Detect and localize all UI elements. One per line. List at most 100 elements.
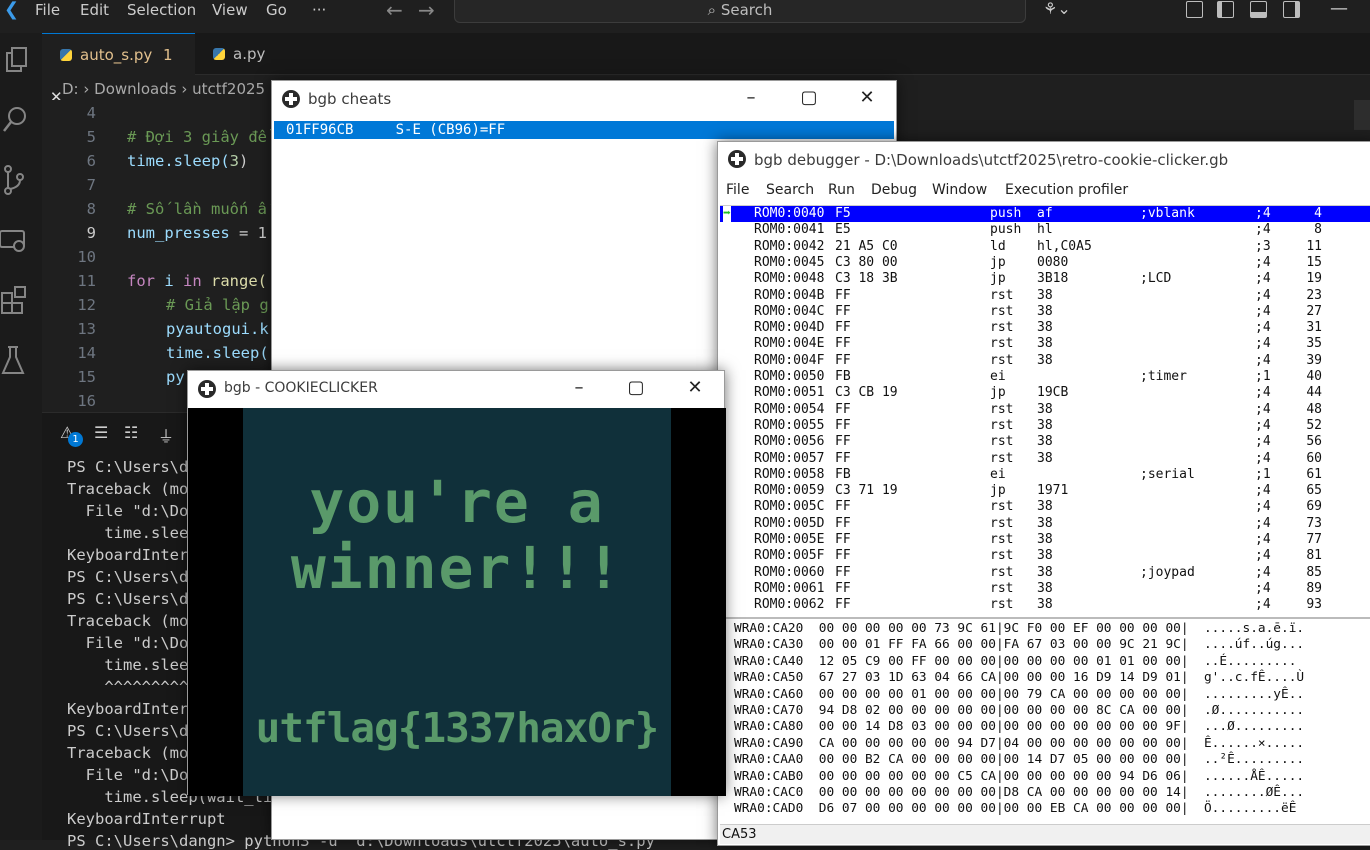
menu-edit[interactable]: Edit — [80, 0, 109, 22]
disasm-arg: 38 — [1037, 401, 1053, 417]
back-arrow-icon[interactable]: ← — [386, 0, 403, 22]
tab-auto-s-py[interactable]: auto_s.py 1 ✕ — [42, 33, 195, 106]
disasm-row[interactable]: ROM0:004C FF rst 38 ;4 27 — [720, 304, 1370, 320]
disasm-row[interactable]: ROM0:0059 C3 71 19 jp 1971 ;4 65 — [720, 483, 1370, 499]
game-titlebar[interactable]: bgb - COOKIECLICKER – ▢ ✕ — [188, 371, 724, 407]
disasm-row[interactable]: ROM0:0050 FB ei ;timer ;1 40 — [720, 369, 1370, 385]
breadcrumb-folder[interactable]: utctf2025 — [192, 80, 265, 98]
menu-more[interactable]: ··· — [312, 0, 326, 22]
memory-row[interactable]: WRA0:CA60 00 00 00 00 01 00 00 00|00 79 … — [734, 687, 1304, 703]
disasm-row[interactable]: ROM0:0060 FF rst 38 ;joypad ;4 85 — [720, 565, 1370, 581]
command-search[interactable]: ⌕ Search — [454, 0, 1026, 23]
editor-tabs: auto_s.py 1 ✕ a.py — [42, 33, 1370, 106]
disasm-row[interactable]: ROM0:0054 FF rst 38 ;4 48 — [720, 402, 1370, 418]
maximize-button[interactable]: ▢ — [613, 371, 659, 405]
breadcrumb-downloads[interactable]: Downloads — [94, 80, 176, 98]
debugger-titlebar[interactable]: bgb debugger - D:\Downloads\utctf2025\re… — [718, 142, 1370, 178]
disasm-row[interactable]: ROM0:0058 FB ei ;serial ;1 61 — [720, 467, 1370, 483]
disasm-row[interactable]: ➡ ROM0:0040 F5 push af ;vblank ;4 4 — [720, 206, 1370, 223]
disasm-row[interactable]: ROM0:0042 21 A5 C0 ld hl,C0A5 ;3 11 — [720, 239, 1370, 255]
menu-execution-profiler[interactable]: Execution profiler — [1005, 182, 1128, 198]
disasm-row[interactable]: ROM0:0057 FF rst 38 ;4 60 — [720, 451, 1370, 467]
menu-go[interactable]: Go — [266, 0, 287, 22]
close-button[interactable]: ✕ — [672, 371, 718, 405]
source-control-icon[interactable] — [0, 161, 42, 201]
breadcrumb-drive[interactable]: D: — [62, 80, 79, 98]
memory-row[interactable]: WRA0:CAA0 00 00 B2 CA 00 00 00 00|00 14 … — [734, 752, 1304, 768]
memory-row[interactable]: WRA0:CA20 00 00 00 00 00 73 9C 61|9C F0 … — [734, 621, 1304, 637]
menu-selection[interactable]: Selection — [127, 0, 196, 22]
disasm-tot: 73 — [1306, 515, 1322, 531]
disasm-row[interactable]: ROM0:0056 FF rst 38 ;4 56 — [720, 434, 1370, 450]
testing-flask-icon[interactable] — [0, 341, 42, 381]
debug-console-icon[interactable]: ☷ — [124, 423, 138, 442]
disasm-addr: ROM0:0040 — [754, 206, 825, 221]
minimize-button[interactable]: – — [728, 81, 774, 115]
disasm-row[interactable]: ROM0:0045 C3 80 00 jp 0080 ;4 15 — [720, 255, 1370, 271]
disasm-row[interactable]: ROM0:005F FF rst 38 ;4 81 — [720, 548, 1370, 564]
memory-row[interactable]: WRA0:CA80 00 00 14 D8 03 00 00 00|00 00 … — [734, 719, 1304, 735]
toggle-sidebar-icon[interactable] — [1217, 1, 1234, 18]
menu-window[interactable]: Window — [932, 182, 987, 198]
disasm-row[interactable]: ROM0:0055 FF rst 38 ;4 52 — [720, 418, 1370, 434]
memory-row[interactable]: WRA0:CA40 12 05 C9 00 FF 00 00 00|00 00 … — [734, 654, 1296, 670]
maximize-button[interactable]: ▢ — [786, 81, 832, 115]
menu-search[interactable]: Search — [766, 182, 814, 198]
memory-view[interactable]: WRA0:CA20 00 00 00 00 00 73 9C 61|9C F0 … — [720, 617, 1370, 822]
menu-file[interactable]: File — [35, 0, 60, 22]
disasm-row[interactable]: ROM0:0048 C3 18 3B jp 3B18 ;LCD ;4 19 — [720, 271, 1370, 287]
cheat-list-item[interactable]: 01FF96CB S-E (CB96)=FF — [274, 121, 894, 139]
memory-row[interactable]: WRA0:CA90 CA 00 00 00 00 00 94 D7|04 00 … — [734, 736, 1304, 752]
disasm-row[interactable]: ROM0:005C FF rst 38 ;4 69 — [720, 499, 1370, 515]
disasm-tot: 56 — [1306, 434, 1322, 450]
code-token: 3 — [229, 152, 239, 170]
menu-run[interactable]: Run — [828, 182, 855, 198]
disasm-row[interactable]: ROM0:0051 C3 CB 19 jp 19CB ;4 44 — [720, 385, 1370, 401]
cheats-titlebar[interactable]: bgb cheats – ▢ ✕ — [272, 81, 896, 117]
forward-arrow-icon[interactable]: → — [418, 0, 435, 22]
ports-icon[interactable]: ⏚ — [158, 423, 174, 447]
disasm-tot: 89 — [1306, 580, 1322, 596]
disasm-row[interactable]: ROM0:004E FF rst 38 ;4 35 — [720, 336, 1370, 352]
explorer-icon[interactable] — [0, 41, 42, 81]
extensions-icon[interactable] — [0, 281, 42, 321]
disasm-addr: ROM0:0045 — [754, 254, 825, 270]
disasm-cyc: ;4 — [1255, 287, 1271, 303]
toggle-panel-icon[interactable] — [1250, 1, 1267, 18]
disasm-op: push — [990, 222, 1022, 238]
menu-file[interactable]: File — [726, 182, 749, 198]
search-activity-icon[interactable] — [0, 101, 42, 141]
minimap[interactable] — [1354, 100, 1370, 130]
disasm-bytes: FB — [835, 466, 851, 482]
tab-a-py[interactable]: a.py — [195, 33, 345, 75]
window-minimize-icon[interactable]: — — [1330, 0, 1348, 19]
menu-view[interactable]: View — [212, 0, 248, 22]
toggle-secondary-sidebar-icon[interactable] — [1283, 1, 1300, 18]
disasm-row[interactable]: ROM0:004D FF rst 38 ;4 31 — [720, 320, 1370, 336]
line-number: 12 — [77, 296, 96, 314]
disasm-row[interactable]: ROM0:0041 E5 push hl ;4 8 — [720, 222, 1370, 238]
memory-row[interactable]: WRA0:CAB0 00 00 00 00 00 00 C5 CA|00 00 … — [734, 769, 1304, 785]
disasm-arg: hl — [1037, 222, 1053, 238]
output-icon[interactable]: ☰ — [94, 423, 108, 442]
menu-debug[interactable]: Debug — [871, 182, 917, 198]
run-debug-icon[interactable] — [0, 221, 42, 261]
disasm-row[interactable]: ROM0:005E FF rst 38 ;4 77 — [720, 532, 1370, 548]
minimize-button[interactable]: – — [556, 371, 602, 405]
game-screen[interactable]: you're a winner!!! utflag{1337haxOr} — [188, 408, 726, 796]
layout-customize-icon[interactable] — [1186, 1, 1203, 18]
memory-row[interactable]: WRA0:CAC0 00 00 00 00 00 00 00 00|D8 CA … — [734, 785, 1304, 801]
memory-row[interactable]: WRA0:CAD0 D6 07 00 00 00 00 00 00|00 00 … — [734, 801, 1296, 817]
close-button[interactable]: ✕ — [844, 81, 890, 115]
disasm-row[interactable]: ROM0:0062 FF rst 38 ;4 93 — [720, 597, 1370, 611]
memory-row[interactable]: WRA0:CA30 00 00 01 FF FA 66 00 00|FA 67 … — [734, 637, 1304, 653]
disassembly-view[interactable]: ➡ ROM0:0040 F5 push af ;vblank ;4 4 ROM0:0041 E5 p… — [720, 205, 1370, 611]
disasm-row[interactable]: ROM0:0061 FF rst 38 ;4 89 — [720, 581, 1370, 597]
disasm-arg: 38 — [1037, 434, 1053, 450]
memory-row[interactable]: WRA0:CA50 67 27 03 1D 63 04 66 CA|00 00 … — [734, 670, 1304, 686]
memory-row[interactable]: WRA0:CA70 94 D8 02 00 00 00 00 00|00 00 … — [734, 703, 1304, 719]
disasm-row[interactable]: ROM0:004B FF rst 38 ;4 23 — [720, 288, 1370, 304]
disasm-row[interactable]: ROM0:005D FF rst 38 ;4 73 — [720, 516, 1370, 532]
copilot-icon[interactable]: ⚘⌄ — [1043, 0, 1071, 18]
disasm-row[interactable]: ROM0:004F FF rst 38 ;4 39 — [720, 353, 1370, 369]
